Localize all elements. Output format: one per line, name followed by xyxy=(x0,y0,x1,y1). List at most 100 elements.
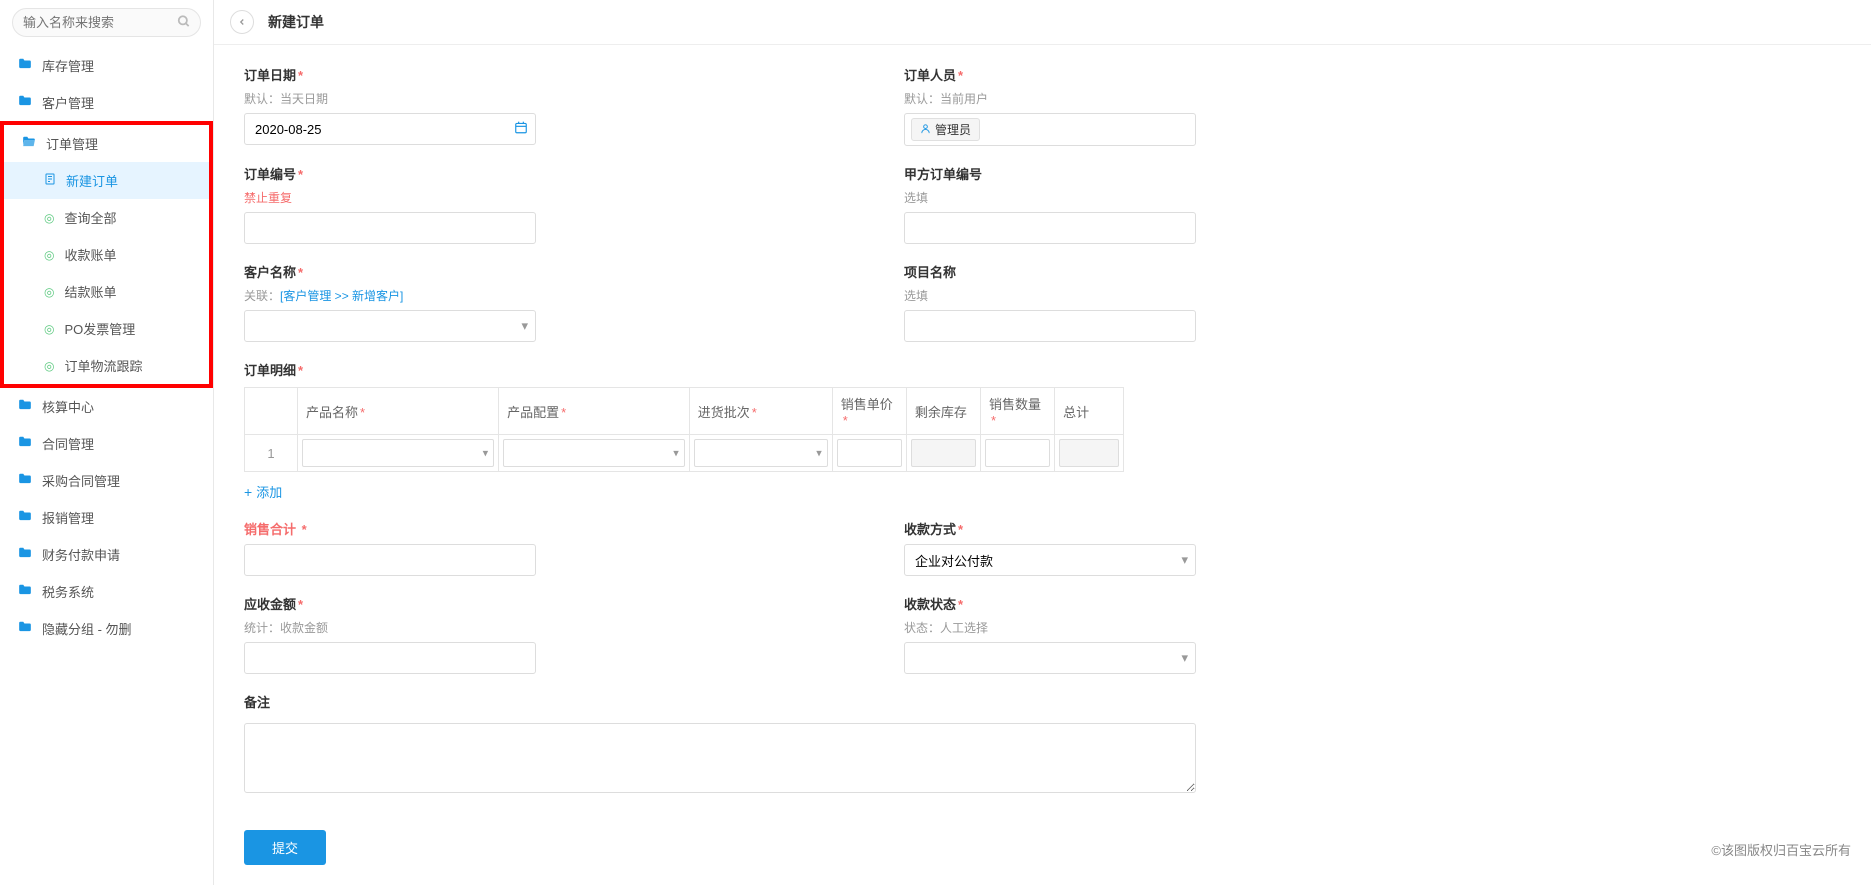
search-box xyxy=(12,8,201,37)
nav-label: 库存管理 xyxy=(42,56,94,75)
sub-query-all[interactable]: ◎ 查询全部 xyxy=(4,199,209,236)
payment-status-hint: 状态：人工选择 xyxy=(904,619,1504,636)
sub-label: 结款账单 xyxy=(64,282,116,301)
project-label: 项目名称 xyxy=(904,262,1504,281)
cell-stock xyxy=(911,439,976,467)
order-staff-input[interactable]: 管理员 xyxy=(904,113,1196,146)
nav-payment-request[interactable]: 财务付款申请 xyxy=(0,536,213,573)
receivable-hint: 统计：收款金额 xyxy=(244,619,844,636)
sub-label: 订单物流跟踪 xyxy=(64,356,142,375)
sub-po-invoice[interactable]: ◎ PO发票管理 xyxy=(4,310,209,347)
sub-label: 收款账单 xyxy=(64,245,116,264)
target-icon: ◎ xyxy=(44,322,54,336)
folder-icon xyxy=(18,472,32,489)
back-button[interactable] xyxy=(230,10,254,34)
sub-receipt[interactable]: ◎ 收款账单 xyxy=(4,236,209,273)
payment-method-label: 收款方式* xyxy=(904,519,1504,538)
sub-logistics[interactable]: ◎ 订单物流跟踪 xyxy=(4,347,209,384)
row-number: 1 xyxy=(245,435,298,472)
cell-price[interactable] xyxy=(837,439,902,467)
sub-label: 新建订单 xyxy=(66,171,118,190)
col-stock: 剩余库存 xyxy=(906,388,980,435)
folder-icon xyxy=(18,94,32,111)
payment-status-select[interactable] xyxy=(904,642,1196,674)
user-chip: 管理员 xyxy=(911,118,980,141)
page-title: 新建订单 xyxy=(268,12,324,32)
payment-status-label: 收款状态* xyxy=(904,594,1504,613)
search-input[interactable] xyxy=(12,8,201,37)
customer-select[interactable] xyxy=(244,310,536,342)
target-icon: ◎ xyxy=(44,248,54,262)
customer-label: 客户名称* xyxy=(244,262,844,281)
cell-qty[interactable] xyxy=(985,439,1050,467)
order-no-input[interactable] xyxy=(244,212,536,244)
target-icon: ◎ xyxy=(44,359,54,373)
nav-accounting[interactable]: 核算中心 xyxy=(0,388,213,425)
search-icon xyxy=(177,14,191,31)
nav-order[interactable]: 订单管理 xyxy=(4,125,209,162)
nav-contract[interactable]: 合同管理 xyxy=(0,425,213,462)
customer-link[interactable]: [客户管理 >> 新增客户] xyxy=(280,289,403,303)
nav-label: 合同管理 xyxy=(42,434,94,453)
payment-method-select[interactable] xyxy=(904,544,1196,576)
order-date-hint: 默认：当天日期 xyxy=(244,90,844,107)
nav-tax[interactable]: 税务系统 xyxy=(0,573,213,610)
project-input[interactable] xyxy=(904,310,1196,342)
cell-product-config[interactable] xyxy=(503,439,685,467)
nav-label: 客户管理 xyxy=(42,93,94,112)
person-icon xyxy=(920,123,931,137)
col-product-name: 产品名称* xyxy=(297,388,498,435)
nav-label: 财务付款申请 xyxy=(42,545,120,564)
add-row-button[interactable]: + 添加 xyxy=(244,482,282,501)
target-icon: ◎ xyxy=(44,211,54,225)
nav-label: 订单管理 xyxy=(46,134,98,153)
detail-label: 订单明细* xyxy=(244,360,1841,379)
order-no-hint: 禁止重复 xyxy=(244,189,844,206)
page-header: 新建订单 xyxy=(214,0,1871,45)
nav-label: 隐藏分组 - 勿删 xyxy=(42,619,132,638)
nav-purchase-contract[interactable]: 采购合同管理 xyxy=(0,462,213,499)
nav-label: 采购合同管理 xyxy=(42,471,120,490)
cell-product-name[interactable] xyxy=(302,439,494,467)
receivable-input[interactable] xyxy=(244,642,536,674)
col-product-config: 产品配置* xyxy=(499,388,690,435)
sub-label: 查询全部 xyxy=(64,208,116,227)
remark-label: 备注 xyxy=(244,692,1841,711)
order-date-input[interactable] xyxy=(244,113,536,145)
document-icon xyxy=(44,173,56,188)
party-a-no-input[interactable] xyxy=(904,212,1196,244)
folder-open-icon xyxy=(22,135,36,152)
nav-label: 税务系统 xyxy=(42,582,94,601)
sub-settlement[interactable]: ◎ 结款账单 xyxy=(4,273,209,310)
sub-label: PO发票管理 xyxy=(64,319,135,338)
nav-customer[interactable]: 客户管理 xyxy=(0,84,213,121)
main-content: 新建订单 订单日期* 默认：当天日期 订单人员* 默认： xyxy=(214,0,1871,885)
col-total: 总计 xyxy=(1055,388,1124,435)
folder-icon xyxy=(18,57,32,74)
order-staff-label: 订单人员* xyxy=(904,65,1504,84)
sidebar: 库存管理 客户管理 订单管理 新建订单 ◎ xyxy=(0,0,214,885)
folder-icon xyxy=(18,435,32,452)
order-date-label: 订单日期* xyxy=(244,65,844,84)
target-icon: ◎ xyxy=(44,285,54,299)
cell-batch[interactable] xyxy=(694,439,828,467)
folder-icon xyxy=(18,620,32,637)
nav-inventory[interactable]: 库存管理 xyxy=(0,47,213,84)
order-staff-hint: 默认：当前用户 xyxy=(904,90,1504,107)
nav-reimbursement[interactable]: 报销管理 xyxy=(0,499,213,536)
col-qty: 销售数量* xyxy=(980,388,1054,435)
folder-icon xyxy=(18,546,32,563)
sales-total-input[interactable] xyxy=(244,544,536,576)
remark-textarea[interactable] xyxy=(244,723,1196,793)
submit-button[interactable]: 提交 xyxy=(244,830,326,865)
folder-icon xyxy=(18,509,32,526)
project-hint: 选填 xyxy=(904,287,1504,304)
copyright-text: ©该图版权归百宝云所有 xyxy=(1711,840,1851,859)
order-no-label: 订单编号* xyxy=(244,164,844,183)
folder-icon xyxy=(18,583,32,600)
nav-hidden-group[interactable]: 隐藏分组 - 勿删 xyxy=(0,610,213,647)
folder-icon xyxy=(18,398,32,415)
sales-total-label: 销售合计 * xyxy=(244,519,844,538)
cell-total xyxy=(1059,439,1119,467)
sub-new-order[interactable]: 新建订单 xyxy=(4,162,209,199)
